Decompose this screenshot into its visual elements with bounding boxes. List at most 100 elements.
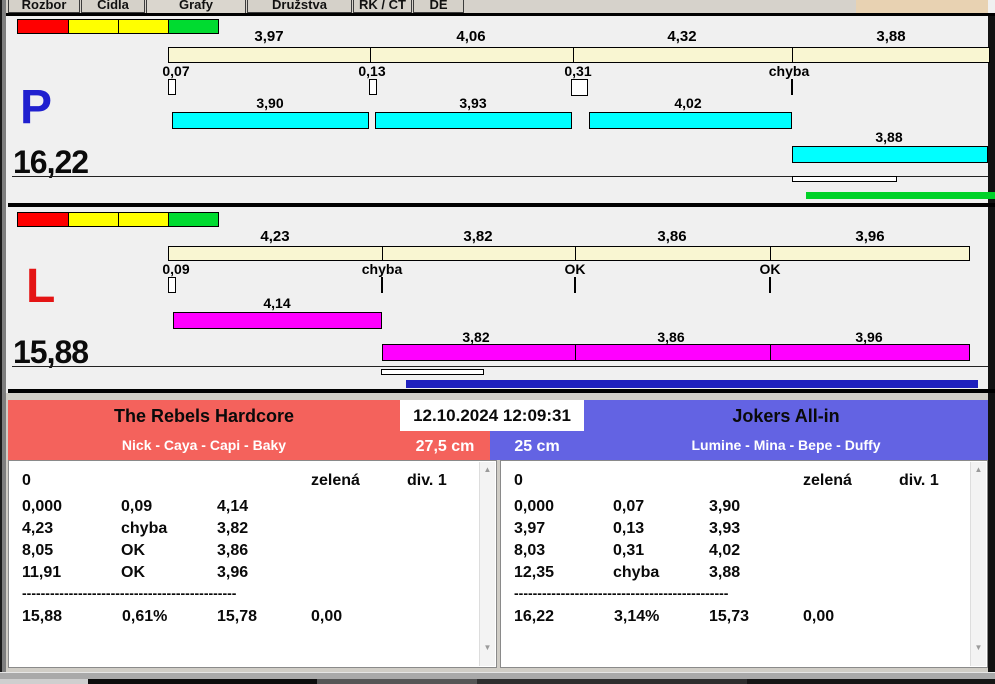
lane-baseline [12, 366, 988, 367]
log-cell: 8,05 [22, 542, 54, 559]
taskbar-segment [477, 679, 747, 684]
lane-total-p: 16,22 [13, 144, 89, 180]
log-division: div. 1 [407, 472, 447, 489]
marker-value: OK [564, 261, 586, 277]
log-cell: OK [121, 564, 145, 581]
team-left-log-pane[interactable]: 0 zelená div. 1 0,000 0,09 4,14 4,23 chy… [8, 460, 497, 668]
log-cell: OK [121, 542, 145, 559]
team-right-log-pane[interactable]: 0 zelená div. 1 0,000 0,07 3,90 3,97 0,1… [500, 460, 988, 668]
log-cell: 3,88 [709, 564, 741, 581]
log-status: zelená [311, 472, 360, 489]
green-progress-bar [806, 192, 995, 199]
status-segment-green [168, 19, 219, 34]
ruler-value: 3,96 [855, 228, 885, 245]
log-total: 15,88 [22, 608, 63, 625]
log-cell: 0,07 [613, 498, 645, 515]
measure-bar-divider [770, 344, 771, 361]
log-status: zelená [803, 472, 852, 489]
log-cell: 0,09 [121, 498, 153, 515]
taskbar-segment [317, 679, 477, 684]
log-cell: 3,82 [217, 520, 249, 537]
marker-tick [381, 277, 383, 293]
tab-rk-ct[interactable]: RK / ČT [353, 0, 412, 13]
tab-bar: Rozbor Čidla Grafy Družstva RK / ČT DE [6, 0, 988, 13]
ruler-divider [792, 47, 793, 63]
scrollbar[interactable]: ▲ ▼ [970, 462, 986, 666]
team-right-header: Jokers All-in Lumine - Mina - Bepe - Duf… [584, 400, 988, 460]
progress-outline-box [792, 176, 897, 182]
status-segment-yellow [68, 19, 119, 34]
log-cell: 3,96 [217, 564, 249, 581]
measure-bar-magenta [173, 312, 382, 329]
window-right-border [988, 13, 995, 672]
log-start: 0 [514, 472, 523, 489]
tab-grafy[interactable]: Grafy [146, 0, 246, 13]
log-total: 0,61% [122, 608, 168, 625]
scroll-down-icon[interactable]: ▼ [480, 643, 495, 652]
scrollbar[interactable]: ▲ ▼ [479, 462, 495, 666]
marker-value: 0,09 [162, 261, 190, 277]
tab-rozbor[interactable]: Rozbor [8, 0, 80, 13]
status-segment-green [168, 212, 219, 227]
desktop-behind-window [856, 0, 988, 13]
ruler-divider [575, 246, 576, 261]
log-total: 15,73 [709, 608, 750, 625]
ruler-value: 3,82 [463, 228, 493, 245]
marker-gap-box [369, 79, 377, 95]
measure-bar-cyan [172, 112, 369, 129]
scroll-up-icon[interactable]: ▲ [971, 465, 986, 474]
scroll-down-icon[interactable]: ▼ [971, 643, 986, 652]
team-right-name: Jokers All-in [732, 406, 840, 426]
status-segment-red [17, 19, 69, 34]
marker-value: 0,13 [358, 63, 386, 79]
panel-top-divider [6, 13, 995, 16]
tab-druzstva[interactable]: Družstva [247, 0, 352, 13]
lane-total-l: 15,88 [13, 334, 89, 370]
marker-tick [574, 277, 576, 293]
team-left-members: Nick - Caya - Capi - Baky [121, 437, 287, 453]
log-cell: 3,90 [709, 498, 741, 515]
tab-de[interactable]: DE [413, 0, 464, 13]
measure-bar-cyan [375, 112, 572, 129]
log-cell: 8,03 [514, 542, 546, 559]
log-cell: 4,23 [22, 520, 54, 537]
marker-gap-box [168, 277, 176, 293]
log-cell: 12,35 [514, 564, 555, 581]
marker-tick [769, 277, 771, 293]
log-cell: 0,31 [613, 542, 645, 559]
marker-tick [791, 79, 793, 95]
bar-value: 3,86 [657, 329, 685, 345]
panel-mid-divider [8, 203, 995, 207]
log-total: 16,22 [514, 608, 555, 625]
marker-value: 0,31 [564, 63, 592, 79]
marker-value: chyba [768, 63, 810, 79]
log-cell: 3,93 [709, 520, 741, 537]
marker-gap-box-large [571, 79, 588, 96]
blue-progress-bar [406, 380, 978, 388]
status-segment-red [17, 212, 69, 227]
datetime-box: 12.10.2024 12:09:31 [400, 400, 584, 431]
tab-cidla[interactable]: Čidla [81, 0, 145, 13]
ruler-divider [573, 47, 574, 63]
team-right-members: Lumine - Mina - Bepe - Duffy [691, 437, 881, 453]
log-cell: 3,97 [514, 520, 546, 537]
status-segment-yellow [118, 212, 169, 227]
measure-bar-divider [575, 344, 576, 361]
log-total: 15,78 [217, 608, 258, 625]
team-right-distance: 25 cm [490, 431, 584, 460]
ruler-divider [370, 47, 371, 63]
ruler-value: 4,23 [260, 228, 290, 245]
tab-label: Rozbor [21, 0, 67, 12]
ruler-value: 3,86 [657, 228, 687, 245]
scroll-up-icon[interactable]: ▲ [480, 465, 495, 474]
tab-label: Čidla [97, 0, 129, 12]
tab-label: Družstva [272, 0, 327, 12]
ruler-value: 3,97 [254, 28, 284, 45]
log-cell: 11,91 [22, 564, 62, 581]
log-total: 0,00 [311, 608, 343, 625]
taskbar-sliver [0, 679, 995, 684]
log-cell: 4,14 [217, 498, 249, 515]
log-cell: chyba [613, 564, 660, 581]
bar-value: 3,88 [875, 129, 903, 145]
team-left-header: The Rebels Hardcore Nick - Caya - Capi -… [8, 400, 400, 460]
